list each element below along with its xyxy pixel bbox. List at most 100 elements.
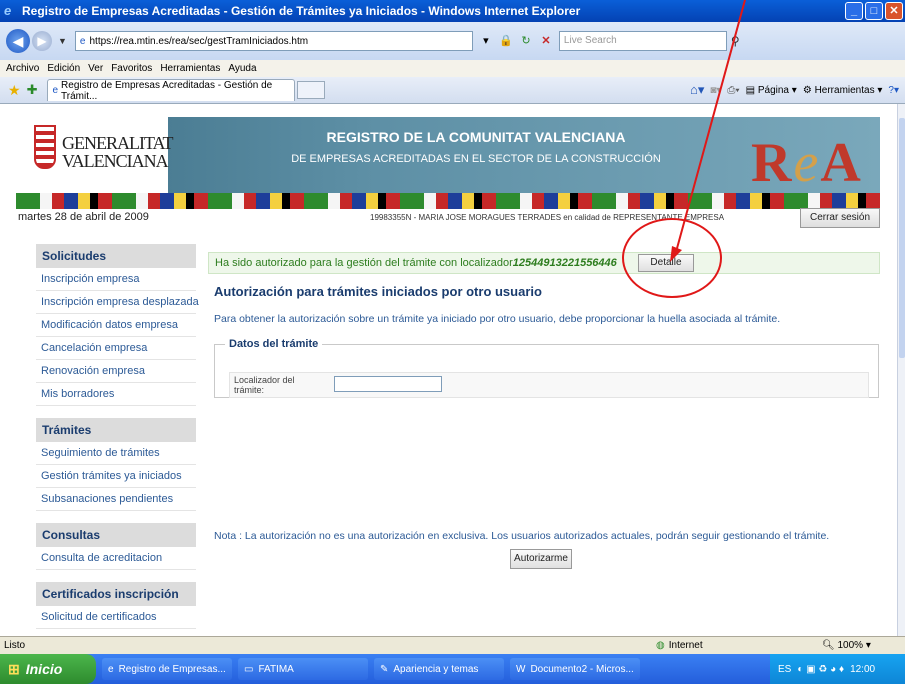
history-dropdown-icon[interactable]: ▼ bbox=[58, 36, 67, 46]
search-input[interactable]: Live Search bbox=[558, 31, 727, 51]
search-icon[interactable]: ⚲ bbox=[731, 34, 740, 48]
refresh-icon[interactable]: ↻ bbox=[517, 32, 535, 50]
task-apariencia[interactable]: ✎ Apariencia y temas bbox=[374, 658, 504, 680]
sidebar-heading-tramites: Trámites bbox=[36, 418, 196, 442]
menu-edicion[interactable]: Edición bbox=[47, 63, 80, 74]
start-button[interactable]: ⊞ Inicio bbox=[0, 654, 96, 684]
add-favorite-icon[interactable]: ✚ bbox=[27, 82, 38, 98]
sidebar-item-inscripcion-desplazada[interactable]: Inscripción empresa desplazada bbox=[36, 291, 199, 314]
menu-favoritos[interactable]: Favoritos bbox=[111, 63, 152, 74]
localizador-row: Localizador del trámite: bbox=[229, 372, 869, 398]
task-ie[interactable]: e Registro de Empresas... bbox=[102, 658, 232, 680]
rea-logo-e: e bbox=[793, 132, 821, 194]
ie-icon: e bbox=[4, 3, 12, 18]
feeds-icon[interactable]: ◙▾ bbox=[710, 85, 721, 96]
authorization-success-message: Ha sido autorizado para la gestión del t… bbox=[208, 252, 880, 274]
stop-icon[interactable]: ✕ bbox=[537, 32, 555, 50]
regional-flags-strip bbox=[16, 193, 880, 209]
authorize-button[interactable]: Autorizarme bbox=[510, 549, 572, 569]
sidebar-item-subsanaciones[interactable]: Subsanaciones pendientes bbox=[36, 488, 196, 511]
address-bar: ◀ ▶ ▼ e https://rea.mtin.es/rea/sec/gest… bbox=[0, 22, 905, 60]
task-word[interactable]: W Documento2 - Micros... bbox=[510, 658, 640, 680]
page-menu-icon: ▤ bbox=[745, 84, 756, 96]
url-dropdown-icon[interactable]: ▾ bbox=[477, 32, 495, 50]
home-icon[interactable]: ⌂▾ bbox=[690, 82, 704, 98]
sidebar-item-cancelacion[interactable]: Cancelación empresa bbox=[36, 337, 196, 360]
scrollbar-thumb[interactable] bbox=[899, 118, 905, 358]
close-window-button[interactable]: ✕ bbox=[885, 2, 903, 20]
back-button[interactable]: ◀ bbox=[6, 29, 30, 53]
tab-active[interactable]: e Registro de Empresas Acreditadas - Ges… bbox=[47, 79, 296, 102]
menu-ver[interactable]: Ver bbox=[88, 63, 103, 74]
sidebar: Solicitudes Inscripción empresa Inscripc… bbox=[36, 242, 199, 629]
url-text: https://rea.mtin.es/rea/sec/gestTramInic… bbox=[89, 35, 309, 47]
page-viewport: GENERALITAT VALENCIANA REGISTRO DE LA CO… bbox=[0, 104, 897, 636]
print-icon[interactable]: ⎙▾ bbox=[727, 85, 739, 96]
menu-herramientas[interactable]: Herramientas bbox=[160, 63, 220, 74]
sidebar-item-inscripcion-empresa[interactable]: Inscripción empresa bbox=[36, 268, 196, 291]
favorites-star-icon[interactable]: ★ bbox=[8, 82, 21, 99]
rea-logo: ReA bbox=[751, 131, 863, 195]
tools-menu[interactable]: ⚙ Herramientas ▾ bbox=[803, 85, 883, 96]
help-icon[interactable]: ?▾ bbox=[888, 85, 899, 96]
logo-line2: VALENCIANA bbox=[62, 151, 169, 171]
control-panel-icon: ✎ bbox=[380, 663, 389, 675]
sidebar-item-mis-borradores[interactable]: Mis borradores bbox=[36, 383, 196, 406]
tramite-data-fieldset: Datos del trámite Localizador del trámit… bbox=[214, 338, 879, 398]
security-zone[interactable]: ◍ Internet bbox=[656, 640, 703, 651]
sidebar-item-consulta-acreditacion[interactable]: Consulta de acreditacion bbox=[36, 547, 196, 570]
maximize-button[interactable]: □ bbox=[865, 2, 883, 20]
start-label: Inicio bbox=[25, 661, 63, 677]
banner-subtitle: DE EMPRESAS ACREDITADAS EN EL SECTOR DE … bbox=[291, 153, 661, 165]
site-banner: GENERALITAT VALENCIANA REGISTRO DE LA CO… bbox=[16, 117, 880, 209]
sidebar-item-renovacion[interactable]: Renovación empresa bbox=[36, 360, 196, 383]
system-tray: ES ◐ ▣ ♻ ◕ ♦ 12:00 bbox=[770, 654, 905, 684]
word-icon: W bbox=[516, 663, 526, 675]
fieldset-legend: Datos del trámite bbox=[229, 338, 319, 350]
tools-menu-label: Herramientas bbox=[814, 84, 875, 96]
menu-bar: Archivo Edición Ver Favoritos Herramient… bbox=[0, 60, 905, 77]
lock-icon[interactable]: 🔒 bbox=[497, 32, 515, 50]
windows-logo-icon: ⊞ bbox=[8, 660, 20, 677]
current-date: martes 28 de abril de 2009 bbox=[18, 211, 149, 223]
clock[interactable]: 12:00 bbox=[850, 664, 875, 675]
menu-archivo[interactable]: Archivo bbox=[6, 63, 39, 74]
annotation-circle bbox=[622, 218, 722, 298]
minimize-button[interactable]: _ bbox=[845, 2, 863, 20]
sidebar-item-solicitud-certificados[interactable]: Solicitud de certificados bbox=[36, 606, 196, 629]
sidebar-item-gestion-iniciados[interactable]: Gestión trámites ya iniciados bbox=[36, 465, 196, 488]
page-menu[interactable]: ▤ Página ▾ bbox=[746, 85, 797, 96]
folder-icon: ▭ bbox=[244, 663, 254, 675]
zone-label: Internet bbox=[668, 640, 703, 651]
generalitat-crest-icon bbox=[34, 125, 56, 169]
forward-button[interactable]: ▶ bbox=[32, 31, 52, 51]
new-tab-button[interactable] bbox=[297, 81, 326, 99]
tray-icons[interactable]: ◐ ▣ ♻ ◕ ♦ bbox=[797, 664, 844, 675]
internet-zone-icon: ◍ bbox=[656, 640, 665, 651]
zoom-value: 100% bbox=[837, 640, 864, 651]
localizador-input[interactable] bbox=[334, 376, 442, 392]
zoom-level[interactable]: 🔍︎ 100% ▾ bbox=[822, 640, 871, 651]
url-field[interactable]: e https://rea.mtin.es/rea/sec/gestTramIn… bbox=[74, 31, 473, 51]
rea-logo-a: A bbox=[820, 132, 863, 194]
window-title-bar: e Registro de Empresas Acreditadas - Ges… bbox=[0, 0, 905, 22]
sidebar-item-seguimiento[interactable]: Seguimiento de trámites bbox=[36, 442, 196, 465]
ie-task-icon: e bbox=[108, 663, 114, 675]
menu-ayuda[interactable]: Ayuda bbox=[228, 63, 256, 74]
zoom-icon: 🔍︎ bbox=[822, 640, 835, 651]
sidebar-item-modificacion-datos[interactable]: Modificación datos empresa bbox=[36, 314, 196, 337]
tab-page-icon: e bbox=[52, 85, 59, 96]
task-fatima[interactable]: ▭ FATIMA bbox=[238, 658, 368, 680]
logout-button[interactable]: Cerrar sesión bbox=[800, 208, 880, 228]
language-indicator[interactable]: ES bbox=[778, 664, 791, 675]
auth-message-text: Ha sido autorizado para la gestión del t… bbox=[215, 257, 513, 269]
tools-gear-icon: ⚙ bbox=[802, 84, 812, 96]
sidebar-heading-solicitudes: Solicitudes bbox=[36, 244, 196, 268]
sidebar-heading-certificados: Certificados inscripción bbox=[36, 582, 196, 606]
generalitat-logo: GENERALITAT VALENCIANA bbox=[16, 117, 174, 193]
vertical-scrollbar[interactable] bbox=[897, 104, 905, 636]
status-text: Listo bbox=[4, 640, 26, 651]
status-bar: Listo ◍ Internet 🔍︎ 100% ▾ bbox=[0, 636, 905, 654]
page-icon: e bbox=[79, 35, 86, 47]
tab-bar: ★ ✚ e Registro de Empresas Acreditadas -… bbox=[0, 77, 905, 104]
